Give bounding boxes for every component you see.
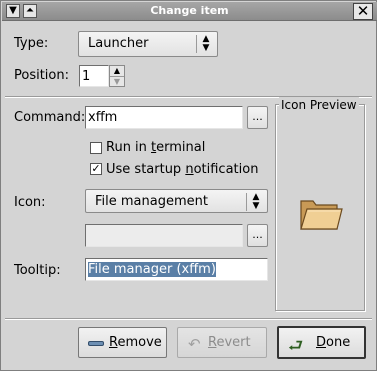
bottom-separator <box>5 318 372 320</box>
startup-notification-label[interactable]: Use startup notification <box>106 161 258 179</box>
window-title: Change item <box>150 4 229 17</box>
tooltip-input[interactable]: File manager (xffm) <box>85 258 268 281</box>
command-input[interactable]: xffm <box>85 106 243 129</box>
done-button[interactable]: ⮐ Done <box>277 326 366 359</box>
icon-label: Icon: <box>14 195 46 210</box>
icon-path-input[interactable] <box>85 224 243 247</box>
position-label: Position: <box>14 68 69 83</box>
position-value: 1 <box>82 69 91 84</box>
dialog-window: ▼ ⏶ Change item ✕ Type: Launcher ▲ ▼ Posi… <box>0 0 377 371</box>
icon-select[interactable]: File management ▲ ▼ <box>85 189 268 213</box>
remove-button[interactable]: Remove <box>78 327 167 358</box>
spin-up-icon[interactable]: ▲ <box>110 66 124 77</box>
type-value: Launcher <box>88 36 149 51</box>
icon-preview-label: Icon Preview <box>279 97 359 113</box>
run-in-terminal-label[interactable]: Run in terminal <box>106 139 205 157</box>
combo-arrows-icon: ▲ ▼ <box>196 35 213 53</box>
position-spinner[interactable]: ▲ ▼ <box>109 65 125 87</box>
revert-button[interactable]: ↶ Revert <box>177 327 267 358</box>
revert-icon: ↶ <box>188 335 201 353</box>
close-icon[interactable]: ✕ <box>353 3 373 20</box>
command-browse-button[interactable]: ... <box>247 106 268 129</box>
command-value: xffm <box>88 110 118 125</box>
combo-arrows-icon: ▲ ▼ <box>246 193 263 211</box>
folder-icon <box>299 193 343 235</box>
command-label: Command: <box>14 110 86 125</box>
type-select[interactable]: Launcher ▲ ▼ <box>78 31 218 57</box>
remove-icon <box>88 341 104 346</box>
title-bar: ▼ ⏶ Change item ✕ <box>2 2 377 21</box>
type-label: Type: <box>14 36 49 51</box>
done-icon: ⮐ <box>288 336 304 356</box>
icon-value: File management <box>95 194 208 209</box>
tooltip-label: Tooltip: <box>14 263 61 278</box>
tooltip-value: File manager (xffm) <box>88 262 216 277</box>
position-input[interactable]: 1 <box>79 65 109 87</box>
startup-notification-checkbox[interactable]: ✓ <box>90 163 102 175</box>
run-in-terminal-checkbox[interactable] <box>90 142 102 154</box>
spin-down-icon[interactable]: ▼ <box>110 77 124 87</box>
icon-browse-button[interactable]: ... <box>247 224 268 247</box>
